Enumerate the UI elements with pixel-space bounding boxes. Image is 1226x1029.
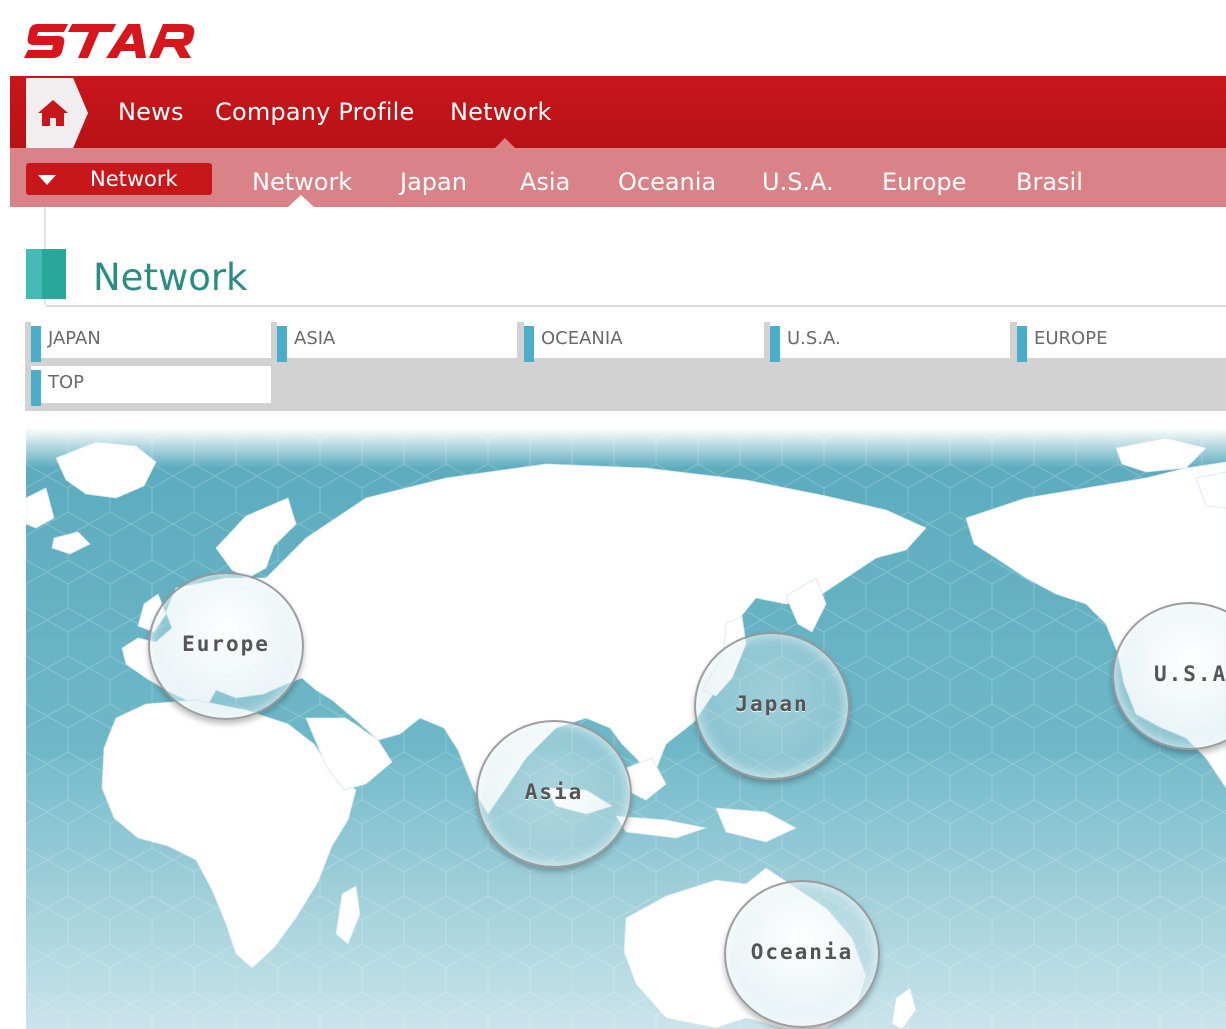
subnav-asia[interactable]: Asia bbox=[520, 168, 570, 196]
home-button[interactable] bbox=[26, 78, 88, 148]
region-button-asia[interactable]: ASIA bbox=[277, 322, 517, 362]
map-marker-label: Japan bbox=[735, 692, 809, 716]
caret-down-icon bbox=[38, 175, 56, 185]
region-label: U.S.A. bbox=[787, 328, 841, 349]
map-marker-label: Europe bbox=[182, 632, 270, 656]
region-label: TOP bbox=[48, 372, 85, 393]
region-marker bbox=[31, 370, 41, 406]
heading-underline bbox=[46, 305, 1226, 307]
region-button-oceania[interactable]: OCEANIA bbox=[524, 322, 764, 362]
region-label: JAPAN bbox=[48, 328, 101, 349]
subnav-brasil[interactable]: Brasil bbox=[1016, 168, 1083, 196]
heading-accent-dark bbox=[42, 249, 66, 299]
map-marker-oceania[interactable]: Oceania bbox=[724, 880, 880, 1028]
region-marker bbox=[31, 326, 41, 362]
world-map: Europe Japan Asia U.S.A. Oceania bbox=[26, 428, 1226, 1029]
region-marker bbox=[770, 326, 780, 362]
section-dropdown-label: Network bbox=[90, 167, 178, 191]
subnav-japan[interactable]: Japan bbox=[400, 168, 467, 196]
nav-news[interactable]: News bbox=[118, 98, 184, 126]
region-label: ASIA bbox=[294, 328, 336, 349]
map-marker-label: Asia bbox=[524, 780, 584, 804]
region-button-top[interactable]: TOP bbox=[31, 366, 271, 406]
region-button-europe[interactable]: EUROPE bbox=[1017, 322, 1226, 362]
nav-network[interactable]: Network bbox=[450, 98, 552, 126]
subnav-network[interactable]: Network bbox=[252, 168, 352, 196]
map-marker-label: Oceania bbox=[750, 940, 854, 964]
region-label: OCEANIA bbox=[541, 328, 623, 349]
star-logo-mark bbox=[24, 24, 195, 58]
map-marker-asia[interactable]: Asia bbox=[476, 720, 632, 868]
region-button-japan[interactable]: JAPAN bbox=[31, 322, 271, 362]
nav-company-profile[interactable]: Company Profile bbox=[215, 98, 414, 126]
map-marker-japan[interactable]: Japan bbox=[694, 632, 850, 780]
region-marker bbox=[277, 326, 287, 362]
map-marker-europe[interactable]: Europe bbox=[148, 572, 304, 720]
subnav-europe[interactable]: Europe bbox=[882, 168, 966, 196]
region-marker bbox=[1017, 326, 1027, 362]
main-nav: News Company Profile Network bbox=[10, 76, 1226, 149]
star-logo[interactable] bbox=[24, 18, 196, 64]
active-subnav-pointer bbox=[288, 195, 314, 207]
sub-nav: Network Network Japan Asia Oceania U.S.A… bbox=[10, 148, 1226, 207]
world-map-graphic bbox=[26, 428, 1226, 1029]
region-button-usa[interactable]: U.S.A. bbox=[770, 322, 1010, 362]
subnav-oceania[interactable]: Oceania bbox=[618, 168, 716, 196]
region-label: EUROPE bbox=[1034, 328, 1108, 349]
region-button-panel: JAPAN ASIA OCEANIA U.S.A. EUROPE TOP bbox=[25, 322, 1226, 411]
page-title: Network bbox=[93, 256, 248, 299]
region-marker bbox=[524, 326, 534, 362]
subnav-usa[interactable]: U.S.A. bbox=[762, 168, 834, 196]
heading-accent bbox=[26, 249, 42, 299]
home-icon bbox=[38, 100, 68, 126]
map-marker-label: U.S.A. bbox=[1154, 662, 1226, 686]
section-dropdown[interactable]: Network bbox=[26, 163, 212, 195]
